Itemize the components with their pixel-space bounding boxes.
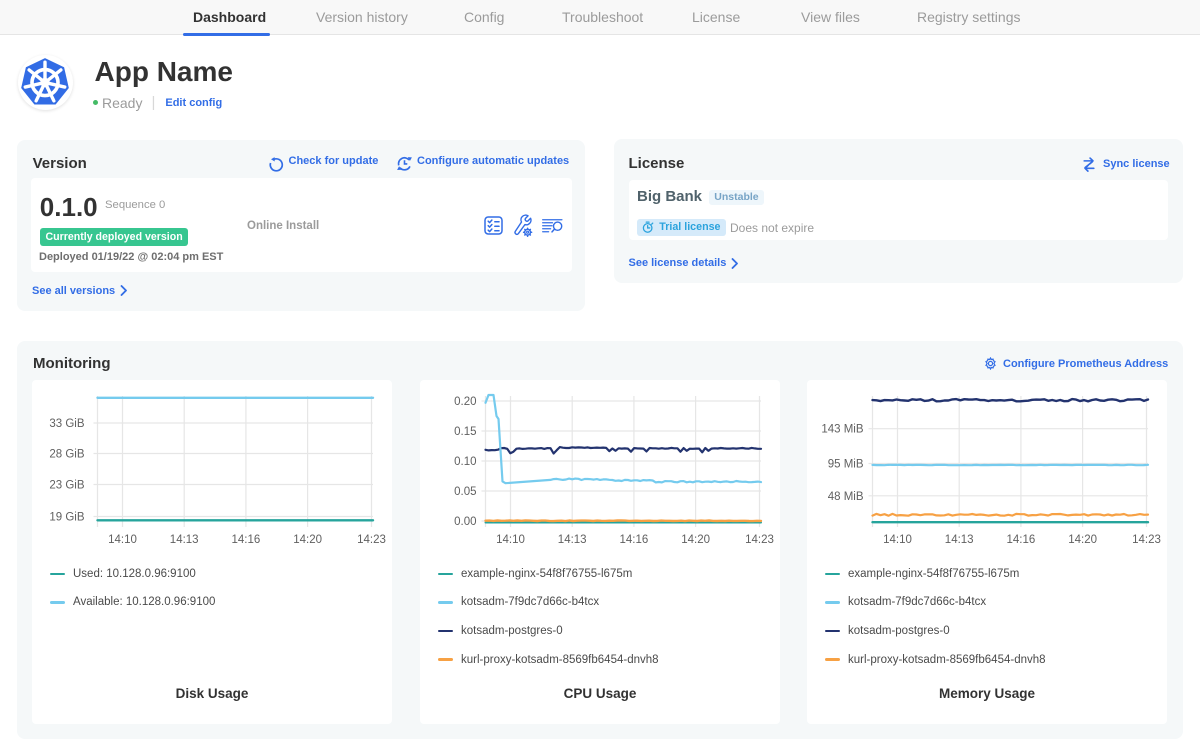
svg-text:14:13: 14:13 [170,534,199,546]
svg-text:23 GiB: 23 GiB [49,480,84,492]
svg-text:0.00: 0.00 [454,516,476,528]
svg-text:14:23: 14:23 [1132,534,1161,546]
svg-text:48 MiB: 48 MiB [828,491,864,503]
svg-text:14:20: 14:20 [1068,534,1097,546]
svg-text:14:16: 14:16 [232,534,261,546]
svg-text:143 MiB: 143 MiB [821,424,864,436]
svg-text:14:10: 14:10 [883,534,912,546]
svg-text:19 GiB: 19 GiB [49,512,84,524]
svg-text:33 GiB: 33 GiB [49,418,84,430]
svg-text:14:23: 14:23 [745,534,774,546]
svg-text:0.10: 0.10 [454,456,476,468]
svg-text:14:10: 14:10 [496,534,525,546]
svg-text:14:23: 14:23 [357,534,386,546]
svg-text:14:13: 14:13 [945,534,974,546]
svg-text:14:16: 14:16 [1007,534,1036,546]
svg-text:14:13: 14:13 [558,534,587,546]
svg-text:0.05: 0.05 [454,486,476,498]
svg-text:14:10: 14:10 [108,534,137,546]
svg-text:0.20: 0.20 [454,396,476,408]
svg-text:0.15: 0.15 [454,426,476,438]
svg-text:14:20: 14:20 [681,534,710,546]
svg-text:28 GiB: 28 GiB [49,449,84,461]
svg-text:14:20: 14:20 [293,534,322,546]
svg-text:95 MiB: 95 MiB [828,459,864,471]
svg-text:14:16: 14:16 [620,534,649,546]
